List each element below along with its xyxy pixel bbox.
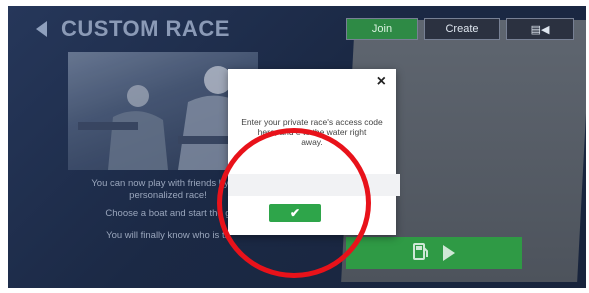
tab-join[interactable]: Join — [346, 18, 418, 40]
play-icon — [443, 245, 455, 261]
tab-third[interactable]: ▤◀ — [506, 18, 574, 40]
play-button[interactable] — [346, 237, 522, 269]
tab-create[interactable]: Create — [424, 18, 500, 40]
intro-line-1b: personalized race! — [129, 190, 207, 201]
highlight-circle — [217, 128, 371, 278]
dialog-message-line-1: Enter your private race's access code — [241, 117, 383, 127]
page-title: CUSTOM RACE — [61, 16, 230, 41]
back-arrow-icon[interactable] — [36, 21, 47, 37]
tab-bar: Join Create ▤◀ — [346, 18, 574, 40]
close-icon[interactable]: × — [377, 73, 386, 91]
header: CUSTOM RACE — [36, 16, 230, 42]
fuel-icon — [413, 242, 429, 265]
